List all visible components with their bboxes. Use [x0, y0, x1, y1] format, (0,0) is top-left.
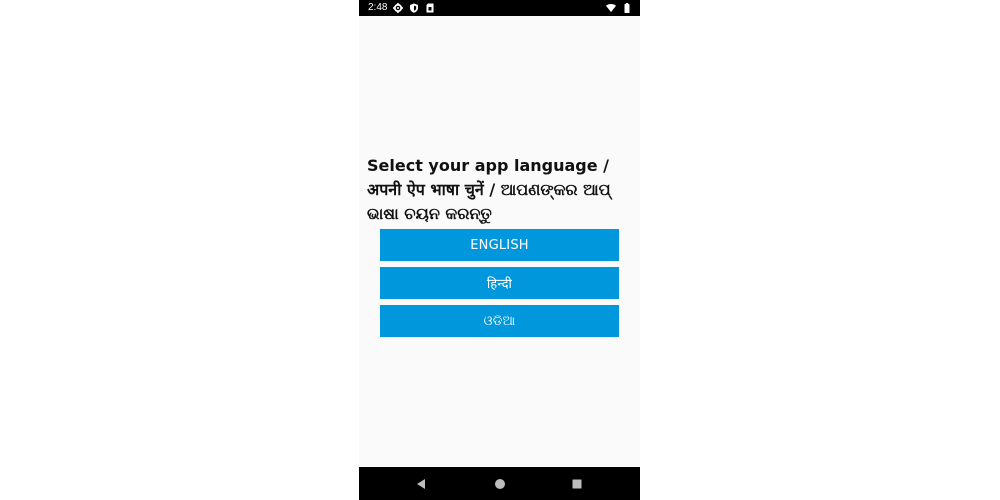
home-icon[interactable] [485, 467, 515, 500]
gear-icon [393, 3, 404, 13]
status-time: 2:48 [368, 2, 388, 13]
english-button[interactable]: ENGLISH [380, 229, 619, 261]
sim-card-icon [425, 3, 435, 13]
recent-apps-icon[interactable] [562, 467, 592, 500]
status-left: 2:48 [368, 0, 435, 16]
page-title: Select your app language / अपनी ऐप भाषा … [367, 156, 611, 223]
back-icon[interactable] [406, 467, 436, 500]
battery-icon [622, 3, 632, 13]
wifi-icon [606, 3, 616, 13]
status-right [606, 0, 632, 16]
shield-icon [409, 3, 419, 13]
status-bar: 2:48 [359, 0, 640, 16]
phone-screen: 2:48 Select your app language / अपनी ऐप … [359, 0, 640, 500]
odia-button[interactable]: ଓଡିଆ [380, 305, 619, 337]
hindi-button[interactable]: हिन्दी [380, 267, 619, 299]
navigation-bar [359, 467, 640, 500]
language-selection-screen: Select your app language / अपनी ऐप भाषा … [359, 16, 640, 467]
